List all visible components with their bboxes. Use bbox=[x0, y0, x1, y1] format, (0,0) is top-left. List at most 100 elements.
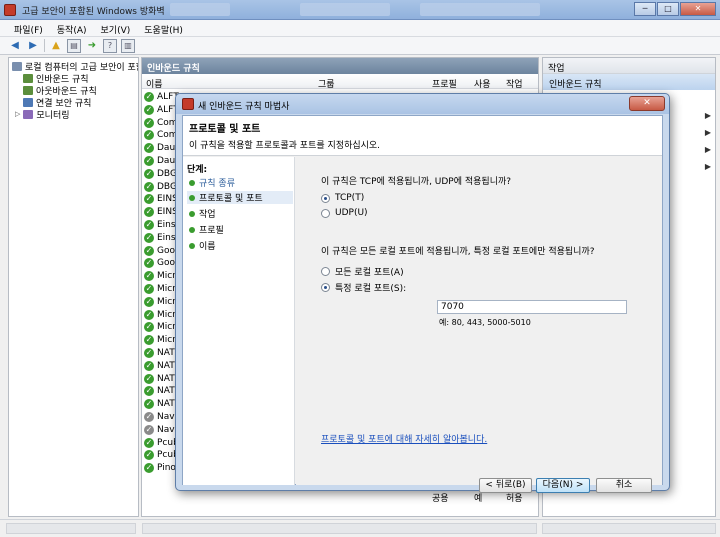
all-ports-radio[interactable]: 모든 로컬 포트(A) bbox=[321, 265, 404, 278]
radio-unselected-icon bbox=[321, 208, 330, 218]
close-button[interactable]: ✕ bbox=[680, 2, 716, 16]
rule-enabled-icon: ✓ bbox=[144, 399, 154, 410]
table-row[interactable]: ✓ Pcub bbox=[144, 437, 179, 449]
submenu-arrow-icon[interactable]: ▶ bbox=[705, 111, 711, 120]
next-button[interactable]: 다음(N) > bbox=[536, 478, 590, 493]
actions-header: 작업 bbox=[543, 58, 715, 74]
rules-pane-header: 인바운드 규칙 bbox=[142, 58, 538, 74]
table-row[interactable]: ✓ ALFT bbox=[144, 104, 179, 116]
rule-enabled-icon: ✓ bbox=[144, 309, 154, 320]
column-name[interactable]: 이름 bbox=[146, 77, 163, 90]
forward-arrow-icon[interactable]: ▶ bbox=[26, 39, 40, 53]
column-profile[interactable]: 프로필 bbox=[432, 77, 457, 90]
rule-enabled-icon: ✓ bbox=[144, 156, 154, 166]
step-current-icon bbox=[189, 194, 195, 201]
toolbar: ◀ ▶ ▲ ▤ ➜ ? ▥ bbox=[0, 37, 720, 55]
radio-selected-icon bbox=[321, 193, 330, 203]
table-row[interactable]: ✓ Pcub bbox=[144, 449, 179, 461]
menu-view[interactable]: 보기(V) bbox=[95, 20, 137, 36]
tcp-radio[interactable]: TCP(T) bbox=[321, 193, 364, 203]
rule-enabled-icon: ✓ bbox=[144, 284, 154, 294]
learn-more-link[interactable]: 프로토콜 및 포트에 대해 자세히 알아봅니다. bbox=[321, 432, 487, 445]
rule-enabled-icon: ✓ bbox=[144, 322, 154, 333]
inbound-rules-icon bbox=[23, 73, 33, 83]
cancel-button[interactable]: 취소 bbox=[596, 478, 652, 493]
rule-enabled-icon: ✓ bbox=[144, 424, 154, 435]
step-pending-icon bbox=[189, 210, 195, 217]
monitoring-icon bbox=[23, 109, 34, 119]
table-row[interactable]: ✓ ALFT bbox=[144, 91, 179, 103]
wizard-firewall-icon bbox=[182, 98, 194, 110]
status-segment bbox=[142, 523, 537, 534]
submenu-arrow-icon[interactable]: ▶ bbox=[705, 128, 711, 137]
table-row[interactable]: ✓ Com bbox=[144, 117, 178, 129]
step-rule-type[interactable]: 규칙 종류 bbox=[187, 176, 293, 189]
specific-ports-radio[interactable]: 특정 로컬 포트(S): bbox=[321, 281, 406, 294]
rule-enabled-icon: ✓ bbox=[144, 92, 154, 102]
udp-radio[interactable]: UDP(U) bbox=[321, 208, 368, 218]
rule-enabled-icon: ✓ bbox=[144, 143, 154, 154]
step-name: 이름 bbox=[187, 239, 293, 252]
table-row[interactable]: ✓ Eins bbox=[144, 219, 176, 231]
protocol-question: 이 규칙은 TCP에 적용됩니까, UDP에 적용됩니까? bbox=[321, 177, 512, 187]
actions-inbound-rules[interactable]: 인바운드 규칙 bbox=[543, 74, 715, 90]
rule-enabled-icon: ✓ bbox=[144, 245, 154, 256]
step-protocol-ports[interactable]: 프로토콜 및 포트 bbox=[187, 191, 293, 204]
toolbar-separator bbox=[44, 39, 45, 52]
menu-action[interactable]: 동작(A) bbox=[51, 20, 93, 36]
up-folder-icon[interactable]: ▲ bbox=[49, 39, 63, 53]
tree-item-connection-security[interactable]: 연결 보안 규칙 bbox=[23, 96, 91, 109]
export-list-icon[interactable]: ➜ bbox=[85, 39, 99, 53]
last-row-profile: 공용 bbox=[432, 494, 449, 504]
back-arrow-icon[interactable]: ◀ bbox=[8, 39, 22, 53]
port-question: 이 규칙은 모든 로컬 포트에 적용됩니까, 특정 로컬 포트에만 적용됩니까? bbox=[321, 247, 595, 257]
console-tree: 로컬 컴퓨터의 고급 보안이 포함된 인바운드 규칙 아웃바운드 규칙 연결 보… bbox=[8, 57, 139, 517]
column-group[interactable]: 그룹 bbox=[318, 77, 335, 90]
table-row[interactable]: ✓ EINS bbox=[144, 206, 178, 218]
help-icon[interactable]: ? bbox=[103, 38, 117, 53]
wizard-titlebar: 새 인바운드 규칙 마법사 ✕ bbox=[176, 94, 669, 114]
blurred-region bbox=[170, 3, 230, 16]
back-button[interactable]: < 뒤로(B) bbox=[479, 478, 532, 493]
rule-enabled-icon: ✓ bbox=[144, 220, 154, 230]
rule-enabled-icon: ✓ bbox=[144, 207, 154, 218]
tree-item-monitoring[interactable]: ▷ 모니터링 bbox=[15, 108, 70, 121]
wizard-title: 새 인바운드 규칙 마법사 bbox=[198, 102, 290, 112]
rule-enabled-icon: ✓ bbox=[144, 104, 154, 115]
menu-file[interactable]: 파일(F) bbox=[8, 20, 49, 36]
rule-enabled-icon: ✓ bbox=[144, 437, 154, 448]
outbound-rules-icon bbox=[23, 85, 33, 95]
specific-ports-input[interactable] bbox=[437, 300, 627, 314]
table-row[interactable]: ✓ Com bbox=[144, 129, 178, 141]
submenu-arrow-icon[interactable]: ▶ bbox=[705, 162, 711, 171]
expand-arrow-icon[interactable]: ▷ bbox=[15, 110, 20, 118]
column-enabled[interactable]: 사용 bbox=[474, 77, 491, 90]
tree-item-local-computer[interactable]: 로컬 컴퓨터의 고급 보안이 포함된 bbox=[12, 60, 138, 73]
submenu-arrow-icon[interactable]: ▶ bbox=[705, 145, 711, 154]
rule-enabled-icon: ✓ bbox=[144, 271, 154, 282]
firewall-app-icon bbox=[4, 4, 16, 16]
rule-enabled-icon: ✓ bbox=[144, 181, 154, 192]
maximize-button[interactable]: □ bbox=[657, 2, 679, 16]
rule-enabled-icon: ✓ bbox=[144, 335, 154, 346]
step-pending-icon bbox=[189, 242, 195, 249]
step-pending-icon bbox=[189, 226, 195, 233]
minimize-button[interactable]: ─ bbox=[634, 2, 656, 16]
show-hide-tree-icon[interactable]: ▤ bbox=[67, 38, 81, 53]
rule-enabled-icon: ✓ bbox=[144, 373, 154, 384]
menu-help[interactable]: 도움말(H) bbox=[138, 20, 189, 36]
wizard-close-button[interactable]: ✕ bbox=[629, 96, 665, 111]
radio-selected-icon bbox=[321, 283, 330, 292]
table-row[interactable]: ✓ Pino bbox=[144, 462, 176, 474]
column-action[interactable]: 작업 bbox=[506, 77, 523, 90]
blurred-region bbox=[300, 3, 390, 16]
steps-title: 단계: bbox=[187, 165, 208, 175]
blurred-region bbox=[420, 3, 540, 16]
tree-item-outbound-rules[interactable]: 아웃바운드 규칙 bbox=[23, 84, 97, 97]
tree-item-inbound-rules[interactable]: 인바운드 규칙 bbox=[23, 72, 89, 85]
status-segment bbox=[6, 523, 136, 534]
status-bar bbox=[0, 519, 720, 537]
show-action-pane-icon[interactable]: ▥ bbox=[121, 38, 135, 53]
wizard-header: 프로토콜 및 포트 이 규칙을 적용할 프로토콜과 포트를 지정하십시오. bbox=[183, 116, 662, 156]
table-row[interactable]: ✓ EINS bbox=[144, 193, 178, 205]
